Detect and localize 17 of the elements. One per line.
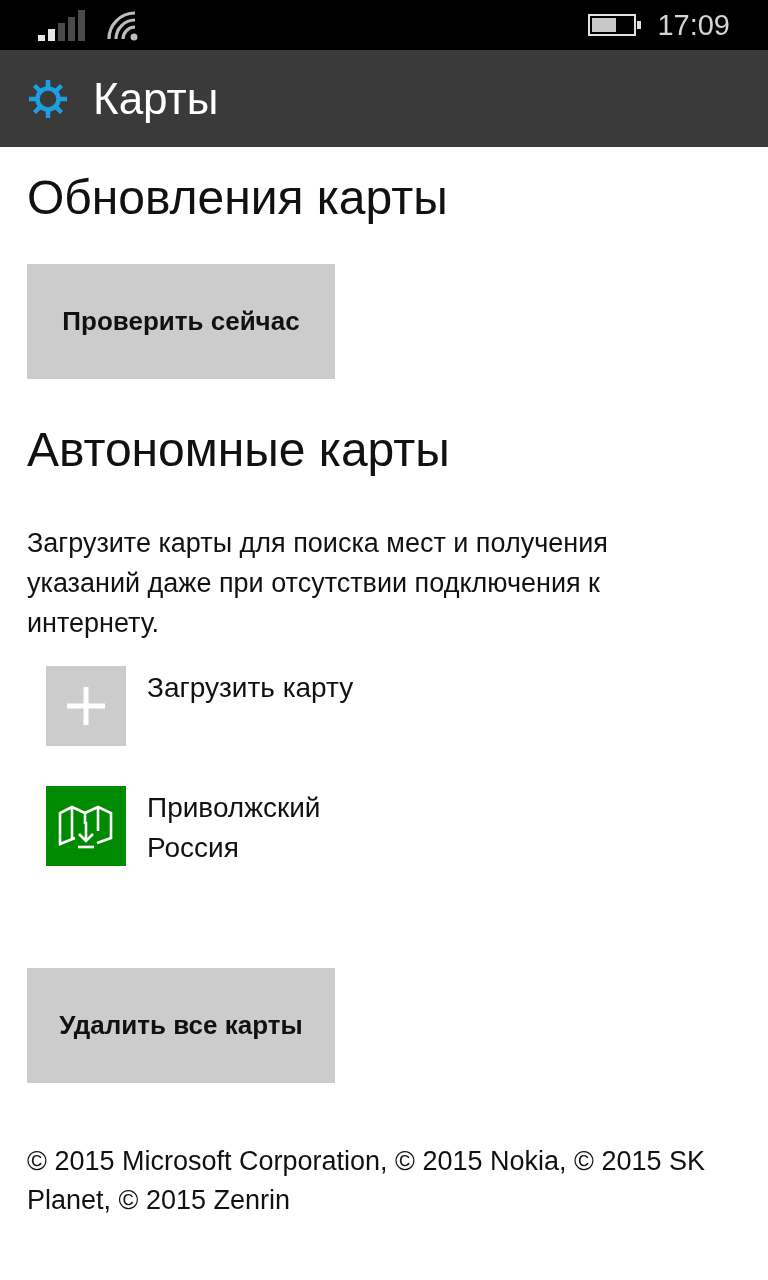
map-download-tile-icon[interactable]: [46, 786, 126, 866]
map-region-name[interactable]: Приволжский: [147, 788, 321, 828]
copyright-text: © 2015 Microsoft Corporation, © 2015 Nokia, © 2015 SK Planet, © 2015 Zenrin: [27, 1145, 707, 1217]
page-title: Карты: [93, 73, 219, 124]
check-now-button[interactable]: Проверить сейчас: [27, 264, 335, 379]
delete-all-maps-button[interactable]: Удалить все карты: [27, 968, 335, 1083]
section-heading: Обновления карты: [27, 170, 448, 226]
signal-strength-icon: [38, 9, 88, 41]
wifi-icon: [106, 9, 139, 41]
description-text: Загрузите карты для поиска мест и получения указаний даже при отсутствии подключения к интернету.: [27, 527, 609, 640]
plus-tile-icon[interactable]: [46, 666, 126, 746]
download-map-link[interactable]: Загрузить карту: [147, 668, 354, 708]
battery-icon: [588, 14, 642, 36]
section-heading: Автономные карты: [27, 422, 450, 478]
gear-icon: [28, 78, 68, 119]
clock-time: 17:09: [657, 8, 730, 42]
map-country-name: Россия: [147, 831, 240, 865]
